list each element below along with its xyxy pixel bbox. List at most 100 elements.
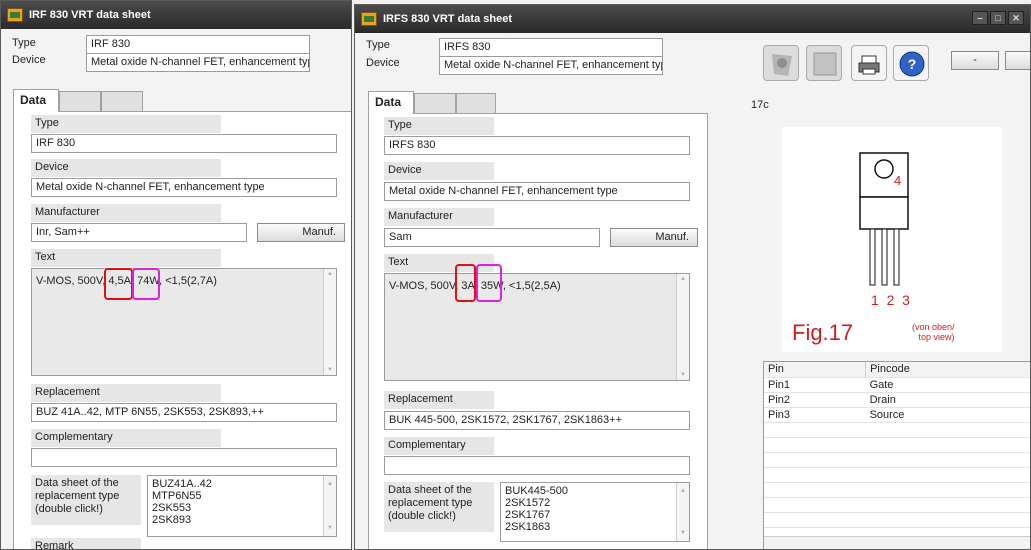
tab-2[interactable]	[59, 91, 101, 112]
transistor-icon[interactable]	[763, 45, 799, 81]
device-section-label: Device	[384, 162, 494, 180]
replacement-field[interactable]: BUK 445-500, 2SK1572, 2SK1767, 2SK1863++	[384, 411, 690, 430]
tab-3[interactable]	[456, 93, 496, 114]
tab-data[interactable]: Data	[13, 89, 59, 112]
pin-column-header[interactable]: Pin	[764, 362, 867, 378]
app-icon	[361, 12, 377, 26]
manufacturer-section-label: Manufacturer	[384, 208, 494, 226]
replacement-section-label: Replacement	[31, 384, 221, 402]
table-row[interactable]	[764, 467, 1030, 483]
pincode-cell: Drain	[865, 392, 1030, 408]
datasheet-list[interactable]: BUK445-500 2SK1572 2SK1767 2SK1863	[500, 482, 690, 542]
pin-cell: Pin1	[764, 377, 866, 393]
package-figure: 4 1 2 3 Fig.17 (von oben/ top view)	[782, 127, 1002, 352]
text-area[interactable]: V-MOS, 500V, 4,5A, 74W, <1,5(2,7A)	[31, 268, 337, 376]
current-highlight	[104, 268, 133, 300]
text-section-label: Text	[31, 249, 221, 267]
maximize-button[interactable]: □	[990, 11, 1006, 25]
window-title: IRF 830 VRT data sheet	[29, 9, 151, 21]
list-item[interactable]: 2SK553	[152, 502, 332, 514]
pin-table[interactable]: Pin Pincode Pin1 Gate Pin2 Drain Pin3 So…	[763, 361, 1030, 549]
remark-section-label: Remark	[31, 538, 141, 549]
device-section-label: Device	[31, 159, 221, 177]
datasheet-scrollbar[interactable]	[323, 476, 336, 536]
extra-button[interactable]	[1005, 51, 1030, 70]
complementary-field[interactable]	[384, 456, 690, 475]
list-item[interactable]: BUK445-500	[505, 485, 685, 497]
pincode-column-header[interactable]: Pincode	[865, 362, 1030, 378]
list-item[interactable]: MTP6N55	[152, 490, 332, 502]
type-label: Type	[12, 37, 36, 49]
window-irfs830: IRFS 830 VRT data sheet ‒ □ ✕ Type IRFS …	[354, 4, 1031, 550]
view-note: (von oben/ top view)	[912, 322, 955, 342]
device-field[interactable]: Metal oxide N-channel FET, enhancement t…	[439, 56, 663, 75]
manufacturer-field[interactable]: Inr, Sam++	[31, 223, 247, 242]
datasheet-scrollbar[interactable]	[676, 483, 689, 541]
type-detail-field[interactable]: IRFS 830	[384, 136, 690, 155]
tab-3[interactable]	[101, 91, 143, 112]
minimize-button[interactable]: ‒	[972, 11, 988, 25]
pin-cell: Pin3	[764, 407, 866, 423]
close-icon[interactable]: ✕	[1008, 11, 1024, 25]
text-area[interactable]: V-MOS, 500V, 3A, 35W, <1,5(2,5A)	[384, 273, 690, 381]
svg-text:?: ?	[908, 56, 917, 72]
device-label: Device	[12, 54, 46, 66]
table-row[interactable]	[764, 437, 1030, 453]
print-icon[interactable]	[851, 45, 887, 81]
type-detail-field[interactable]: IRF 830	[31, 134, 337, 153]
help-icon[interactable]: ?	[893, 45, 929, 81]
pin-table-hscrollbar[interactable]	[764, 536, 1030, 549]
blank-icon[interactable]	[806, 45, 842, 81]
device-detail-field[interactable]: Metal oxide N-channel FET, enhancement t…	[31, 178, 337, 197]
list-item[interactable]: 2SK1863	[505, 521, 685, 533]
pin-cell: Pin2	[764, 392, 866, 408]
table-row[interactable]: Pin2 Drain	[764, 392, 1030, 408]
app-icon	[7, 8, 23, 22]
list-item[interactable]: BUZ41A..42	[152, 478, 332, 490]
data-panel: Type IRFS 830 Device Metal oxide N-chann…	[368, 113, 708, 549]
list-item[interactable]: 2SK893	[152, 514, 332, 526]
type-label: Type	[366, 39, 390, 51]
table-row[interactable]	[764, 482, 1030, 498]
titlebar[interactable]: IRFS 830 VRT data sheet ‒ □ ✕	[355, 5, 1030, 33]
text-scrollbar[interactable]	[323, 269, 336, 375]
complementary-section-label: Complementary	[31, 429, 221, 447]
figure-caption: Fig.17	[792, 320, 854, 345]
datasheet-list[interactable]: BUZ41A..42 MTP6N55 2SK553 2SK893	[147, 475, 337, 537]
datasheet-label: Data sheet of the replacement type (doub…	[31, 475, 141, 525]
replacement-section-label: Replacement	[384, 391, 494, 409]
current-highlight	[455, 264, 476, 302]
type-field[interactable]: IRF 830	[86, 35, 310, 54]
minus-button[interactable]: -	[951, 51, 999, 70]
tab-2[interactable]	[414, 93, 456, 114]
type-field[interactable]: IRFS 830	[439, 38, 663, 57]
device-label: Device	[366, 57, 400, 69]
list-item[interactable]: 2SK1767	[505, 509, 685, 521]
manuf-button[interactable]: Manuf.	[610, 228, 698, 247]
table-row[interactable]	[764, 512, 1030, 528]
table-row[interactable]: Pin3 Source	[764, 407, 1030, 423]
manuf-button[interactable]: Manuf.	[257, 223, 345, 242]
device-field[interactable]: Metal oxide N-channel FET, enhancement t…	[86, 53, 310, 72]
power-highlight	[476, 264, 502, 302]
complementary-field[interactable]	[31, 448, 337, 467]
data-panel: Type IRF 830 Device Metal oxide N-channe…	[13, 111, 351, 549]
manufacturer-field[interactable]: Sam	[384, 228, 600, 247]
to220-drawing	[859, 152, 909, 286]
window-title: IRFS 830 VRT data sheet	[383, 13, 512, 25]
table-row[interactable]: Pin1 Gate	[764, 377, 1030, 393]
table-row[interactable]	[764, 452, 1030, 468]
power-highlight	[132, 268, 160, 300]
type-section-label: Type	[31, 115, 221, 133]
titlebar[interactable]: IRF 830 VRT data sheet	[1, 1, 351, 29]
tab-data[interactable]: Data	[368, 91, 414, 114]
text-scrollbar[interactable]	[676, 274, 689, 380]
table-row[interactable]	[764, 497, 1030, 513]
table-row[interactable]	[764, 422, 1030, 438]
pincode-cell: Source	[865, 407, 1030, 423]
tab-pin-number: 4	[894, 173, 902, 188]
complementary-section-label: Complementary	[384, 437, 494, 455]
replacement-field[interactable]: BUZ 41A..42, MTP 6N55, 2SK553, 2SK893,++	[31, 403, 337, 422]
list-item[interactable]: 2SK1572	[505, 497, 685, 509]
device-detail-field[interactable]: Metal oxide N-channel FET, enhancement t…	[384, 182, 690, 201]
